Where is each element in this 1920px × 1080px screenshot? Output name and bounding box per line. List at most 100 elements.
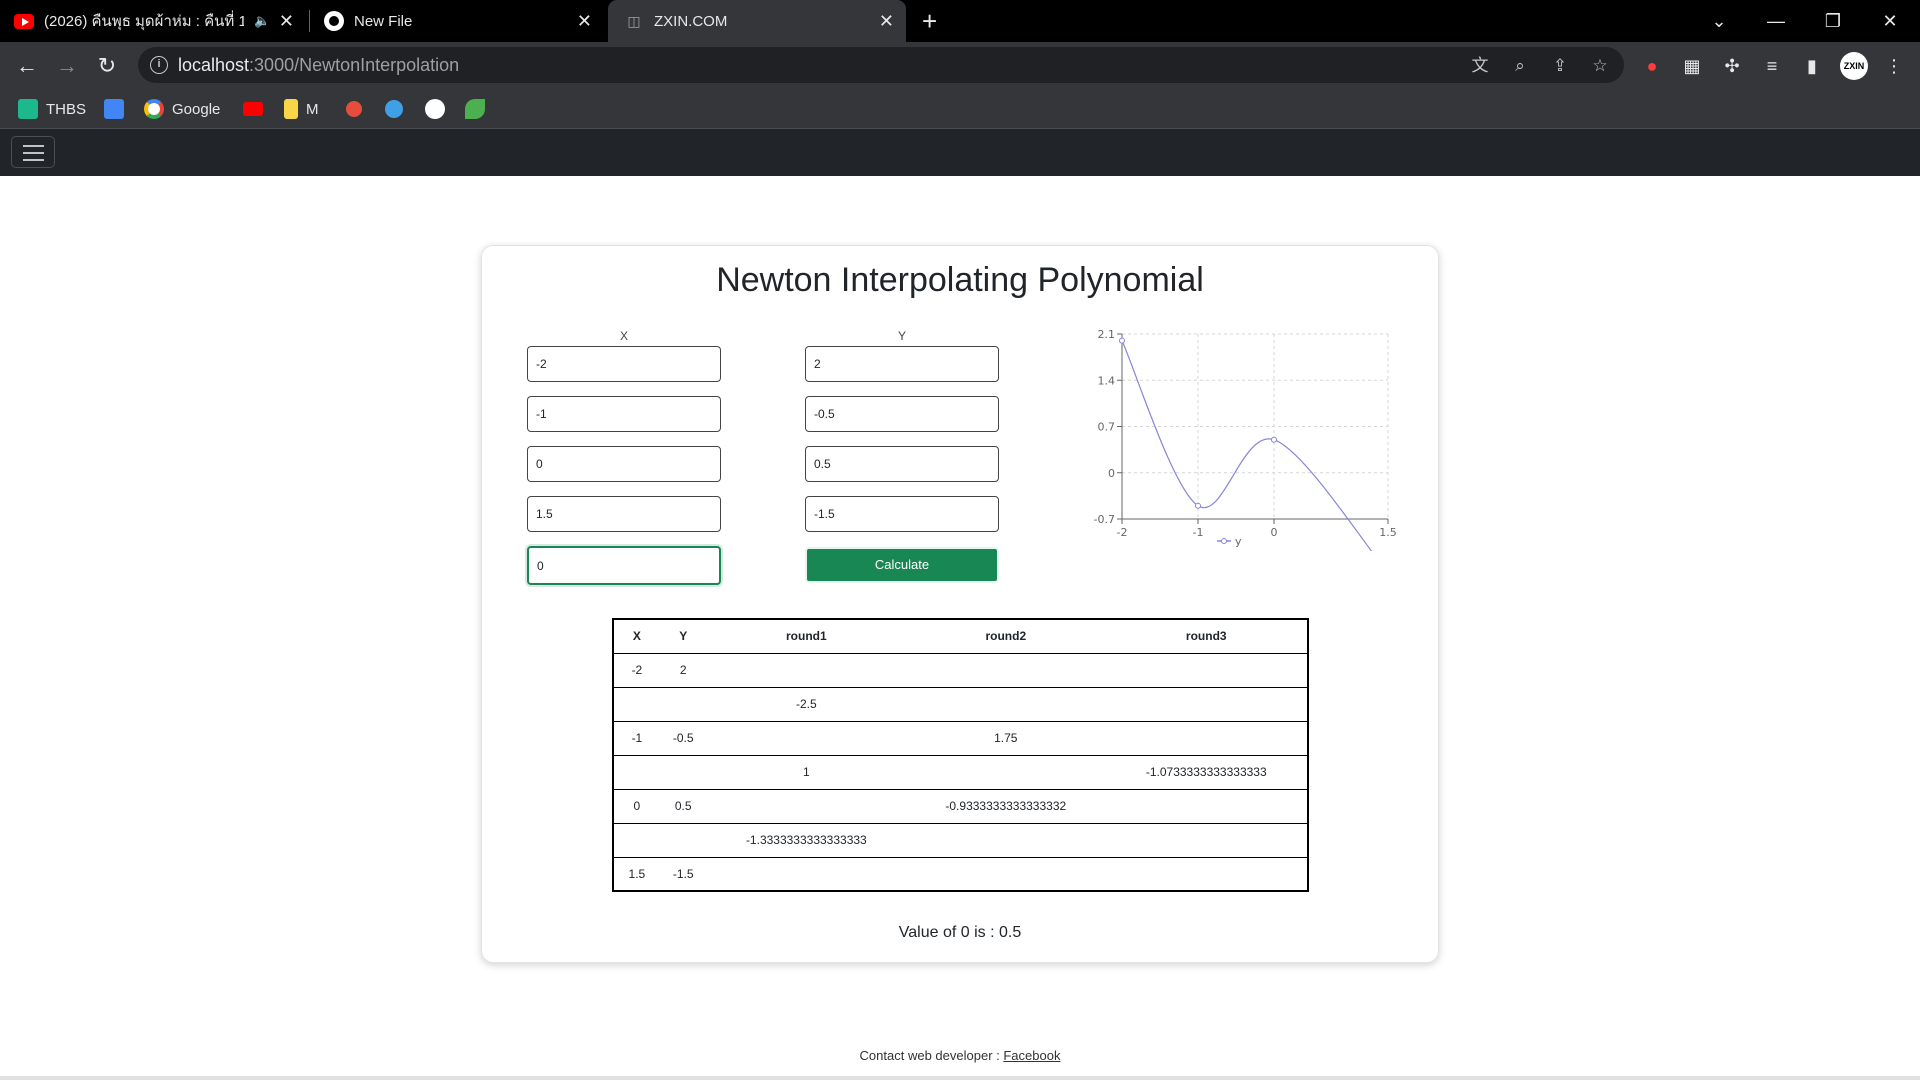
x-column-label: X — [619, 329, 628, 343]
x-tick-label: 0 — [1271, 526, 1278, 539]
table-cell — [906, 652, 1106, 687]
calculate-button[interactable]: Calculate — [805, 547, 999, 583]
y-tick-label: 2.1 — [1098, 328, 1116, 341]
header-round3: round3 — [1105, 619, 1308, 654]
x-input-3[interactable] — [527, 446, 721, 482]
x-input-2[interactable] — [527, 396, 721, 432]
y-tick-label: -0.7 — [1094, 513, 1115, 526]
bookmark-youtube[interactable] — [243, 97, 271, 121]
bookmark-app[interactable] — [346, 97, 370, 121]
tab-divider — [309, 10, 310, 32]
media-queue-icon[interactable]: ≡ — [1760, 54, 1784, 78]
note-icon — [284, 99, 298, 119]
data-point — [1119, 337, 1125, 344]
bookmark-app2[interactable] — [385, 97, 411, 121]
app-icon — [346, 101, 362, 117]
table-cell — [906, 686, 1106, 721]
page-icon: ◫ — [627, 12, 641, 29]
bookmark-translate[interactable] — [104, 97, 132, 121]
y-tick-label: 1.4 — [1098, 374, 1116, 387]
table-row: -1 -0.5 1.75 — [613, 720, 1308, 755]
tab-search-icon[interactable]: ⌄ — [1699, 6, 1739, 36]
zoom-icon[interactable]: ⌕ — [1509, 55, 1531, 77]
table-cell: 1.75 — [906, 720, 1106, 755]
table-row: -2 2 — [613, 652, 1308, 687]
tab-title: ZXIN.COM — [654, 12, 728, 30]
table-cell: -0.5 — [659, 720, 707, 755]
table-cell — [1105, 856, 1308, 891]
github-icon — [425, 99, 445, 119]
table-cell — [659, 754, 707, 789]
bookmark-leaf[interactable] — [465, 97, 493, 121]
github-icon — [324, 11, 344, 31]
minimize-icon[interactable]: — — [1756, 6, 1796, 36]
thbs-icon — [18, 99, 38, 119]
table-cell — [906, 754, 1106, 789]
extension-red-icon[interactable]: ● — [1640, 54, 1664, 78]
app-navbar — [0, 129, 1920, 176]
table-header-row: X Y round1 round2 round3 — [613, 619, 1308, 654]
footer: Contact web developer : Facebook — [0, 1048, 1920, 1063]
share-icon[interactable]: ⇪ — [1549, 55, 1571, 77]
hamburger-menu-icon[interactable] — [11, 136, 55, 168]
extensions-puzzle-icon[interactable]: ✣ — [1720, 54, 1744, 78]
bookmark-m[interactable]: M — [284, 97, 319, 121]
target-x-input[interactable] — [527, 546, 721, 585]
table-cell — [1105, 788, 1308, 823]
more-menu-icon[interactable]: ⋮ — [1882, 54, 1906, 78]
bookmark-github[interactable] — [425, 97, 453, 121]
data-point — [1195, 502, 1201, 509]
page-bottom-border — [0, 1076, 1920, 1080]
bookmark-thbs[interactable]: THBS — [18, 97, 86, 121]
bookmark-google[interactable]: Google — [144, 97, 220, 121]
tab-new-file[interactable]: New File ✕ — [324, 0, 604, 42]
reload-icon[interactable]: ↻ — [91, 50, 123, 82]
header-round2: round2 — [906, 619, 1106, 654]
translate-icon[interactable]: 文 — [1469, 55, 1491, 77]
x-input-1[interactable] — [527, 346, 721, 382]
qr-code-icon[interactable]: ▦ — [1680, 54, 1704, 78]
data-point — [1271, 436, 1277, 443]
table-cell — [1105, 652, 1308, 687]
tab-zxin[interactable]: ◫ ZXIN.COM ✕ — [608, 0, 906, 42]
table-cell — [659, 822, 707, 857]
speaker-icon[interactable]: 🔈 — [254, 13, 270, 29]
y-input-1[interactable] — [805, 346, 999, 382]
bookmark-star-icon[interactable]: ☆ — [1589, 55, 1611, 77]
table-row: -1.3333333333333333 — [613, 822, 1308, 857]
forward-icon[interactable]: → — [51, 50, 83, 82]
close-tab-icon[interactable]: ✕ — [879, 11, 894, 31]
new-tab-icon[interactable]: + — [922, 6, 937, 36]
side-panel-icon[interactable]: ▮ — [1800, 54, 1824, 78]
header-round1: round1 — [706, 619, 907, 654]
table-cell: -2.5 — [706, 686, 907, 721]
youtube-icon — [243, 102, 263, 116]
back-icon[interactable]: ← — [11, 50, 43, 82]
google-icon — [144, 99, 164, 119]
page-title: Newton Interpolating Polynomial — [716, 261, 1204, 299]
interpolation-chart: 2.1 1.4 0.7 0 -0.7 -2 -1 0 1.5 y — [1082, 321, 1412, 579]
site-info-icon[interactable]: i — [150, 56, 168, 74]
chart-svg: 2.1 1.4 0.7 0 -0.7-2 -1 0 1.5 y — [1094, 328, 1398, 579]
app2-icon — [385, 100, 403, 118]
tab-title: (2026) คืนพุธ มุดผ้าห่ม : คืนที่ 11 — [44, 13, 244, 30]
x-input-4[interactable] — [527, 496, 721, 532]
table-cell: 1.5 — [613, 856, 660, 891]
address-bar[interactable]: i localhost:3000/NewtonInterpolation 文 ⌕… — [138, 47, 1624, 83]
tab-youtube[interactable]: (2026) คืนพุธ มุดผ้าห่ม : คืนที่ 11 🔈 ✕ — [14, 0, 306, 42]
y-input-4[interactable] — [805, 496, 999, 532]
table-row: -2.5 — [613, 686, 1308, 721]
y-input-2[interactable] — [805, 396, 999, 432]
y-input-3[interactable] — [805, 446, 999, 482]
facebook-link[interactable]: Facebook — [1003, 1048, 1060, 1063]
restore-icon[interactable]: ❐ — [1813, 6, 1853, 36]
close-tab-icon[interactable]: ✕ — [577, 11, 592, 31]
profile-avatar[interactable]: ZXIN — [1840, 52, 1868, 80]
close-window-icon[interactable]: ✕ — [1870, 6, 1910, 36]
tab-title: New File — [354, 12, 413, 30]
close-tab-icon[interactable]: ✕ — [279, 11, 294, 31]
table-cell: -1.0733333333333333 — [1105, 754, 1308, 789]
x-tick-label: -2 — [1117, 526, 1128, 539]
table-cell — [659, 686, 707, 721]
leaf-icon — [465, 99, 485, 119]
